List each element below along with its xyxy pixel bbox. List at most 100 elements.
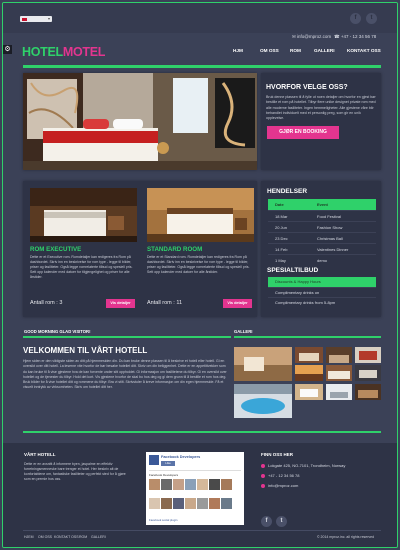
avatar — [173, 497, 184, 509]
gallery-image[interactable] — [234, 384, 292, 418]
gallery-image[interactable] — [295, 365, 323, 381]
footer-about-text: Dette er en avsnitt å informere byen, ja… — [24, 462, 126, 481]
language-selector[interactable] — [20, 16, 52, 22]
facebook-widget[interactable]: Facebook Developers Like Facebook Develo… — [146, 452, 244, 525]
special-item[interactable]: Complimentary drinks from 5-8pm — [268, 297, 376, 307]
hotel-room-photo — [23, 73, 257, 170]
gallery-image[interactable] — [326, 365, 352, 381]
room-details-button[interactable]: Vis detaljer — [106, 299, 135, 308]
table-row: 1 May demo — [268, 254, 376, 265]
nav-rooms[interactable]: ROM — [290, 48, 301, 53]
table-row: 14 Feb Valentines Dinner — [268, 243, 376, 254]
avatar — [221, 497, 232, 509]
avatar — [209, 497, 220, 509]
mail-icon — [261, 483, 265, 488]
top-bar: f t — [3, 3, 397, 33]
avatar — [209, 479, 220, 490]
table-row: 20 Jun Fashion Show — [268, 221, 376, 232]
room-details-button[interactable]: Vis detaljer — [223, 299, 252, 308]
avatar — [161, 497, 172, 509]
nav-about[interactable]: OM OSS — [260, 48, 279, 53]
gallery-image[interactable] — [355, 347, 381, 363]
welcome-label: GOOD MORNING GLAD VISITOR! — [24, 329, 91, 334]
room-title[interactable]: STANDARD ROOM — [147, 246, 202, 253]
gear-icon[interactable]: ⚙ — [3, 45, 12, 54]
location-icon — [261, 463, 265, 468]
header-phone: ☎ +47 - 12 34 56 78 — [334, 34, 377, 39]
twitter-icon[interactable]: t — [276, 516, 287, 527]
footer-email[interactable]: info@mproz.com — [261, 483, 298, 488]
avatar — [185, 497, 196, 509]
footer-phone: +47 - 12 34 56 78 — [261, 473, 299, 478]
events-panel: HENDELSER Date Event 18 Mar Food Festival … — [261, 181, 381, 317]
facebook-icon[interactable]: f — [261, 516, 272, 527]
gallery-image[interactable] — [234, 347, 292, 381]
footer-bottom-divider — [23, 530, 381, 531]
room-photo[interactable] — [30, 188, 137, 242]
why-title: HVORFOR VELGE OSS? — [266, 84, 348, 91]
avatar — [149, 497, 160, 509]
gallery-image[interactable] — [326, 384, 352, 400]
gallery-image[interactable] — [355, 384, 381, 400]
room-count: Antall rom : 3 — [30, 300, 63, 306]
gallery-image[interactable] — [295, 384, 323, 400]
page-frame: f t ⚙ HOTELMOTEL ✉ info@mproz.com ☎ +47 … — [2, 2, 398, 548]
footer-nav-contact[interactable]: KONTAKT OSS — [54, 535, 79, 539]
fb-caption: Facebook Developers — [149, 473, 179, 477]
gallery-image[interactable] — [355, 365, 381, 381]
welcome-text: Hjem siden er den viktigste siden av dit… — [23, 359, 227, 390]
footer-nav-rooms[interactable]: ROM — [79, 535, 87, 539]
find-us-title: FINN OSS HER — [261, 452, 294, 457]
logo[interactable]: HOTELMOTEL — [22, 45, 105, 59]
avatar — [185, 479, 196, 490]
fb-divider — [149, 470, 241, 471]
welcome-heading: VELKOMMEN TIL VÅRT HOTELL — [23, 346, 148, 355]
logo-motel-text: MOTEL — [62, 45, 106, 59]
welcome-divider — [23, 336, 231, 338]
gallery-label: GALLERI — [234, 329, 253, 334]
events-table-header: Date Event — [268, 199, 376, 210]
header-email[interactable]: ✉ info@mproz.com — [292, 34, 331, 40]
booking-button[interactable]: GJØR EN BOOKING — [267, 126, 339, 139]
hero-image — [23, 73, 257, 170]
fb-like-button[interactable]: Like — [161, 461, 175, 466]
room-description: Dette er et Standard rom. Romdetaljer ka… — [147, 255, 250, 274]
avatar — [161, 479, 172, 490]
room-title[interactable]: ROM EXECUTIVE — [30, 246, 81, 253]
gallery-image[interactable] — [326, 347, 352, 363]
events-title: HENDELSER — [267, 188, 308, 195]
special-title: SPESIALTILBUD — [267, 267, 319, 274]
avatar — [221, 479, 232, 490]
flag-icon — [22, 17, 27, 21]
why-panel: HVORFOR VELGE OSS? Bruk denne plassen ti… — [261, 73, 381, 170]
room-description: Dette er et Executive rom. Romdetaljer k… — [30, 255, 133, 279]
chevron-down-icon — [48, 18, 50, 20]
rooms-panel: ROM EXECUTIVE Dette er et Executive rom.… — [23, 181, 257, 317]
avatar — [149, 479, 160, 490]
footer-nav-gallery[interactable]: GALLERI — [91, 535, 106, 539]
avatar — [197, 497, 208, 509]
footer-nav-about[interactable]: OM OSS — [38, 535, 52, 539]
footer-divider — [23, 431, 381, 433]
special-item[interactable]: Complimentary drinks on — [268, 287, 376, 297]
facebook-icon[interactable]: f — [350, 13, 361, 24]
logo-hotel-text: HOTEL — [22, 45, 63, 59]
footer-nav-home[interactable]: HJEM — [24, 535, 34, 539]
twitter-icon[interactable]: t — [366, 13, 377, 24]
address: Lokgate 425, NO-7101, Trondheim, Norway — [261, 463, 345, 468]
facebook-logo-icon — [149, 455, 159, 465]
header-divider — [23, 65, 381, 68]
fb-fans — [149, 479, 241, 515]
footer-about-title: VÅRT HOTELL — [24, 452, 56, 457]
room-count: Antall rom : 11 — [147, 300, 183, 306]
copyright: © 2014 mproz.inc. all rights reserved — [317, 535, 375, 539]
why-text: Bruk denne plassen til å fylle ut noen d… — [266, 95, 376, 121]
nav-contact[interactable]: KONTAKT OSS — [347, 48, 381, 53]
phone-icon — [261, 473, 265, 478]
table-row: 18 Mar Food Festival — [268, 210, 376, 221]
gallery-image[interactable] — [295, 347, 323, 363]
nav-gallery[interactable]: GALLERI — [314, 48, 335, 53]
special-item[interactable]: Discounts & Happy Hours — [268, 277, 376, 287]
room-photo[interactable] — [147, 188, 254, 242]
nav-home[interactable]: HJM — [233, 48, 243, 53]
